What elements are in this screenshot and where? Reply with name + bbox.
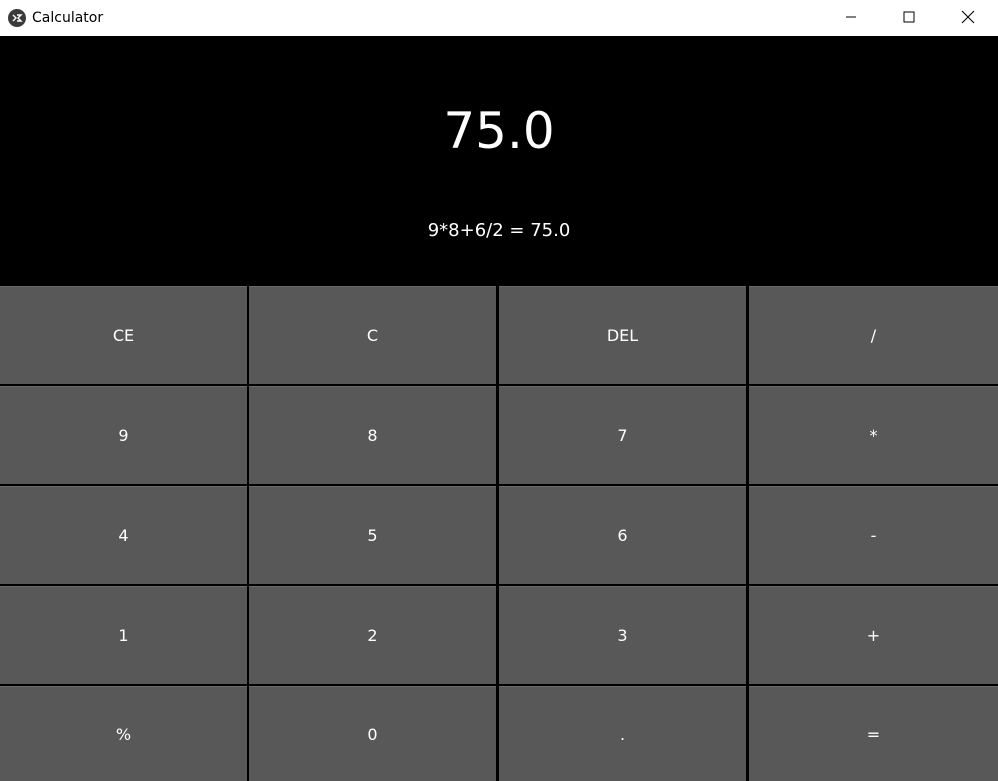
digit-6-button[interactable]: 6 bbox=[499, 486, 746, 584]
result-display: 75.0 bbox=[443, 102, 555, 160]
clear-entry-button[interactable]: CE bbox=[0, 286, 247, 384]
digit-4-button[interactable]: 4 bbox=[0, 486, 247, 584]
clear-button[interactable]: C bbox=[249, 286, 496, 384]
maximize-icon bbox=[903, 11, 915, 23]
multiply-button[interactable]: * bbox=[749, 386, 998, 484]
display-panel: 75.0 9*8+6/2 = 75.0 bbox=[0, 36, 998, 285]
close-button[interactable] bbox=[945, 0, 991, 34]
equals-button[interactable]: = bbox=[749, 686, 998, 781]
add-button[interactable]: + bbox=[749, 586, 998, 684]
app-icon bbox=[8, 9, 26, 27]
digit-2-button[interactable]: 2 bbox=[249, 586, 496, 684]
maximize-button[interactable] bbox=[886, 0, 932, 34]
digit-0-button[interactable]: 0 bbox=[249, 686, 496, 781]
delete-button[interactable]: DEL bbox=[499, 286, 746, 384]
percent-button[interactable]: % bbox=[0, 686, 247, 781]
close-icon bbox=[961, 10, 975, 24]
calculator-window: Calculator 75.0 9*8+6/2 = 75.0 CE C DEL … bbox=[0, 0, 998, 781]
subtract-button[interactable]: - bbox=[749, 486, 998, 584]
keypad: CE C DEL / 9 8 7 * 4 5 6 - 1 2 3 + % 0 .… bbox=[0, 285, 998, 781]
minimize-button[interactable] bbox=[828, 0, 874, 34]
minimize-icon bbox=[846, 16, 856, 18]
digit-5-button[interactable]: 5 bbox=[249, 486, 496, 584]
expression-display: 9*8+6/2 = 75.0 bbox=[427, 220, 571, 241]
window-title: Calculator bbox=[32, 10, 104, 26]
title-bar: Calculator bbox=[0, 0, 998, 36]
digit-8-button[interactable]: 8 bbox=[249, 386, 496, 484]
digit-1-button[interactable]: 1 bbox=[0, 586, 247, 684]
digit-9-button[interactable]: 9 bbox=[0, 386, 247, 484]
digit-7-button[interactable]: 7 bbox=[499, 386, 746, 484]
digit-3-button[interactable]: 3 bbox=[499, 586, 746, 684]
divide-button[interactable]: / bbox=[749, 286, 998, 384]
decimal-point-button[interactable]: . bbox=[499, 686, 746, 781]
